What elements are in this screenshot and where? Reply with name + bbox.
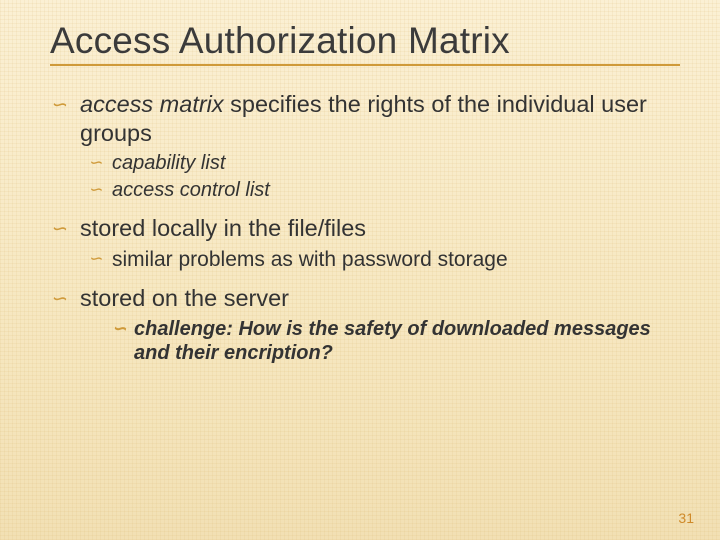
subbullet-text: capability list — [112, 152, 225, 174]
subbullet-similar-problems: ∽ similar problems as with password stor… — [88, 247, 680, 273]
bullet-icon: ∽ — [88, 153, 102, 174]
slide-title: Access Authorization Matrix — [50, 20, 680, 62]
title-underline — [50, 64, 680, 66]
bullet-icon: ∽ — [88, 180, 102, 201]
subbullet-acl: ∽ access control list — [88, 178, 680, 202]
page-number: 31 — [678, 510, 694, 526]
subbullet-text: challenge: How is the safety of download… — [134, 318, 651, 364]
bullet-text: stored on the server — [80, 285, 289, 311]
bullet-icon: ∽ — [50, 287, 67, 311]
subbullet-capability-list: ∽ capability list — [88, 151, 680, 175]
subbullet-text: access control list — [112, 179, 270, 201]
bullet-access-matrix: ∽ access matrix specifies the rights of … — [50, 90, 680, 147]
subbullet-text: similar problems as with password storag… — [112, 248, 508, 271]
bullet-stored-locally: ∽ stored locally in the file/files — [50, 214, 680, 243]
bullet-text-italic: access matrix — [80, 91, 224, 117]
bullet-stored-server: ∽ stored on the server — [50, 284, 680, 313]
bullet-text: stored locally in the file/files — [80, 215, 366, 241]
bullet-icon: ∽ — [50, 217, 67, 241]
slide: Access Authorization Matrix ∽ access mat… — [0, 0, 720, 540]
bullet-icon: ∽ — [50, 93, 67, 117]
slide-body: ∽ access matrix specifies the rights of … — [50, 90, 680, 366]
bullet-icon: ∽ — [88, 249, 102, 270]
bullet-icon: ∽ — [112, 319, 126, 340]
subbullet-challenge: ∽ challenge: How is the safety of downlo… — [112, 317, 680, 366]
